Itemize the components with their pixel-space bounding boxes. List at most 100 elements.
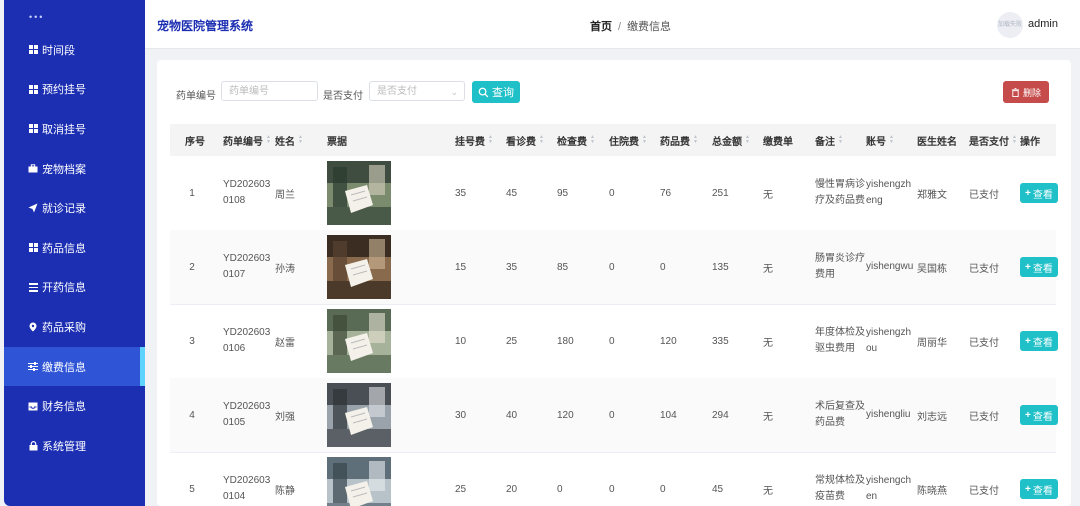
sidebar-item-10[interactable]: 系统管理 (4, 426, 145, 466)
lock-icon (26, 440, 40, 451)
table-row: 2 YD2026030107 孙涛 15 35 85 0 0 135 无 肠胃炎诊疗费用 yishen… (170, 230, 1058, 305)
view-button[interactable]: + 查看 (1020, 257, 1058, 277)
breadcrumb-home[interactable]: 首页 (590, 21, 612, 33)
breadcrumb-separator: / (618, 21, 622, 33)
grid-icon (26, 45, 40, 55)
sidebar-item-9[interactable]: 财务信息 (4, 386, 145, 426)
grid-icon (26, 124, 40, 134)
sidebar-item-0[interactable]: 时间段 (4, 30, 145, 70)
cell-idx-text: 2 (189, 261, 195, 273)
receipt-cell (327, 452, 447, 506)
paid-status-placeholder: 是否支付 (377, 86, 417, 97)
view-button[interactable]: + 查看 (1020, 405, 1058, 425)
receipt-image[interactable] (327, 457, 391, 506)
column-header: 缴费单 (763, 124, 819, 156)
sort-icon[interactable]: ▲ ▼ (642, 135, 647, 145)
cell-hosp: 0 (609, 452, 659, 506)
cell-exam: 95 (557, 156, 607, 230)
sidebar-item-3[interactable]: 宠物档案 (4, 149, 145, 189)
column-header-label: 医生姓名 (917, 136, 957, 148)
cell-total: 45 (712, 452, 762, 506)
cell-hosp: 0 (609, 156, 659, 230)
receipt-image[interactable] (327, 383, 391, 447)
cell-doctor: 周丽华 (917, 304, 967, 378)
cell-paid-text: 已支付 (969, 189, 999, 201)
column-header[interactable]: 检查费 ▲ ▼ (557, 124, 613, 156)
sidebar-item-6[interactable]: 开药信息 (4, 268, 145, 308)
cell-doctor: 陈晓燕 (917, 452, 967, 506)
column-header[interactable]: 总金额 ▲ ▼ (712, 124, 768, 156)
sort-icon[interactable]: ▲ ▼ (889, 135, 894, 145)
receipt-image[interactable] (327, 161, 391, 225)
order-number-input[interactable]: 药单编号 (221, 81, 318, 101)
sidebar-item-4[interactable]: 就诊记录 (4, 188, 145, 228)
receipt-image[interactable] (327, 235, 391, 299)
cell-bill-text: 无 (763, 263, 773, 275)
paid-status-select[interactable]: 是否支付 ⌄ (369, 81, 465, 101)
cell-paid-text: 已支付 (969, 337, 999, 349)
table-row: 5 YD2026030104 陈静 25 20 0 0 0 45 无 常规体检及疫苗费 yisheng… (170, 452, 1058, 506)
view-button[interactable]: + 查看 (1020, 331, 1058, 351)
breadcrumb: 首页 / 缴费信息 (590, 18, 671, 34)
column-header-label: 是否支付 (969, 136, 1009, 148)
column-header[interactable]: 药单编号 ▲ ▼ (223, 124, 279, 156)
sidebar-item-2[interactable]: 取消挂号 (4, 109, 145, 149)
cell-note: 常规体检及疫苗费 (815, 452, 865, 506)
cell-consult-text: 35 (506, 261, 518, 273)
cell-account: yishengzheng (866, 156, 916, 230)
sidebar-item-label: 取消挂号 (42, 123, 86, 136)
query-button[interactable]: 查询 (472, 81, 520, 103)
column-header[interactable]: 是否支付 ▲ ▼ (969, 124, 1025, 156)
column-header[interactable]: 备注 ▲ ▼ (815, 124, 871, 156)
cell-drug: 120 (660, 304, 710, 378)
column-header-label: 总金额 (712, 136, 742, 148)
plus-icon: + (1025, 261, 1031, 273)
column-header[interactable]: 账号 ▲ ▼ (866, 124, 922, 156)
paid-status-label: 是否支付 (323, 91, 363, 102)
sort-icon[interactable]: ▲ ▼ (539, 135, 544, 145)
cell-note-text: 术后复查及药品费 (815, 401, 865, 428)
chevron-down-icon: ⌄ (450, 87, 458, 97)
query-button-label: 查询 (492, 87, 514, 99)
sort-icon[interactable]: ▲ ▼ (838, 135, 843, 145)
column-header[interactable]: 挂号费 ▲ ▼ (455, 124, 511, 156)
delete-button[interactable]: 删除 (1003, 81, 1049, 103)
view-button-label: 查看 (1032, 485, 1053, 497)
cell-consult-text: 25 (506, 335, 518, 347)
cell-paid: 已支付 (969, 156, 1019, 230)
cell-paid: 已支付 (969, 378, 1019, 452)
cell-note: 年度体检及驱虫费用 (815, 304, 865, 378)
cell-note-text: 年度体检及驱虫费用 (815, 327, 865, 354)
sort-icon[interactable]: ▲ ▼ (298, 135, 303, 145)
sidebar-item-5[interactable]: 药品信息 (4, 228, 145, 268)
view-button[interactable]: + 查看 (1020, 479, 1058, 499)
cell-drug-text: 104 (660, 409, 677, 421)
view-button-label: 查看 (1032, 189, 1053, 201)
cell-doctor-text: 郑雅文 (917, 189, 947, 201)
receipt-image[interactable] (327, 309, 391, 373)
sort-icon[interactable]: ▲ ▼ (1012, 135, 1017, 145)
grid-icon (26, 84, 40, 94)
sort-icon[interactable]: ▲ ▼ (745, 135, 750, 145)
sidebar-item-7[interactable]: 药品采购 (4, 307, 145, 347)
column-header-label: 票据 (327, 136, 347, 148)
view-button[interactable]: + 查看 (1020, 183, 1058, 203)
sort-icon[interactable]: ▲ ▼ (488, 135, 493, 145)
cell-account-text: yishengliu (866, 409, 911, 420)
sort-icon[interactable]: ▲ ▼ (590, 135, 595, 145)
column-header: 序号 (170, 124, 220, 156)
column-header[interactable]: 看诊费 ▲ ▼ (506, 124, 562, 156)
sidebar-item-1[interactable]: 预约挂号 (4, 70, 145, 110)
column-header[interactable]: 姓名 ▲ ▼ (275, 124, 326, 156)
avatar[interactable]: 加载失败 (997, 12, 1023, 38)
sort-icon[interactable]: ▲ ▼ (266, 135, 271, 145)
cell-exam-text: 95 (557, 187, 569, 199)
cell-consult: 35 (506, 230, 556, 304)
table-row: 1 YD2026030108 周兰 35 45 95 0 76 251 无 慢性胃病诊疗及药品费 yi… (170, 156, 1058, 231)
sidebar-item-8[interactable]: 缴费信息 (4, 346, 145, 387)
column-header[interactable]: 药品费 ▲ ▼ (660, 124, 716, 156)
sort-icon[interactable]: ▲ ▼ (693, 135, 698, 145)
username[interactable]: admin (1028, 18, 1058, 30)
column-header[interactable]: 住院费 ▲ ▼ (609, 124, 665, 156)
cell-bill-text: 无 (763, 411, 773, 423)
